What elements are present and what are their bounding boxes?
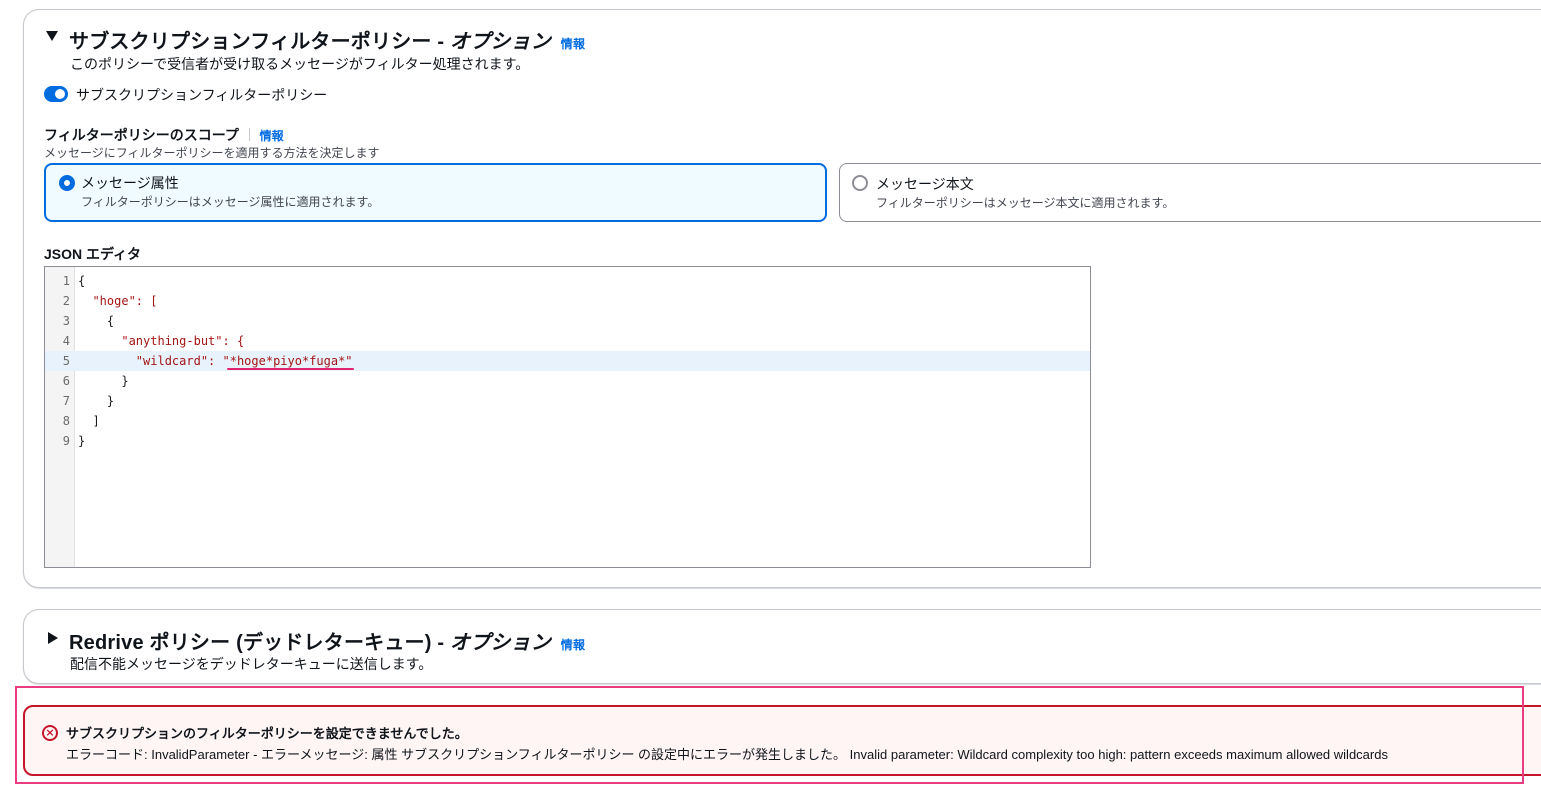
expand-caret-icon[interactable] — [48, 632, 58, 644]
collapse-caret-icon[interactable] — [46, 31, 58, 41]
code-key-line: "anything-but": { — [78, 334, 245, 348]
filter-policy-info-link[interactable]: 情報 — [561, 37, 585, 51]
redrive-policy-title-text: Redrive ポリシー (デッドレターキュー) - — [69, 632, 450, 654]
error-alert-title: サブスクリプションのフィルターポリシーを設定できませんでした。 — [66, 726, 468, 741]
filter-policy-toggle-label: サブスクリプションフィルターポリシー — [76, 87, 328, 103]
code-line: 2 "hoge": [ — [45, 291, 1090, 311]
scope-option-description: フィルターポリシーはメッセージ属性に適用されます。 — [81, 195, 380, 209]
error-alert: × サブスクリプションのフィルターポリシーを設定できませんでした。 エラーコード… — [23, 705, 1541, 776]
filter-policy-toggle[interactable] — [44, 86, 68, 102]
filter-policy-title: サブスクリプションフィルターポリシー - オプション 情報 — [69, 25, 585, 54]
filter-policy-optional: オプション — [449, 31, 551, 53]
code-line: 8 ] — [62, 414, 100, 428]
error-circle-icon: × — [42, 725, 58, 741]
filter-policy-description: このポリシーで受信者が受け取るメッセージがフィルター処理されます。 — [70, 56, 530, 72]
radio-selected-icon[interactable] — [59, 175, 75, 191]
scope-info-link[interactable]: 情報 — [260, 129, 284, 143]
redrive-policy-info-link[interactable]: 情報 — [561, 638, 585, 652]
code-line: 6 } — [62, 374, 129, 388]
redrive-policy-optional: オプション — [449, 632, 551, 654]
code-line: 9} — [62, 434, 86, 448]
scope-option-title: メッセージ属性 — [81, 175, 179, 191]
scope-option-description: フィルターポリシーはメッセージ本文に適用されます。 — [876, 196, 1175, 210]
scope-description: メッセージにフィルターポリシーを適用する方法を決定します — [44, 146, 380, 160]
redrive-policy-title[interactable]: Redrive ポリシー (デッドレターキュー) - オプション 情報 — [69, 626, 585, 655]
filter-policy-title-text: サブスクリプションフィルターポリシー - — [69, 31, 450, 53]
code-line: 7 } — [62, 394, 115, 408]
redrive-policy-description: 配信不能メッセージをデッドレターキューに送信します。 — [70, 656, 433, 672]
scope-option-message-body[interactable]: メッセージ本文 フィルターポリシーはメッセージ本文に適用されます。 — [839, 163, 1541, 222]
error-underline — [227, 368, 354, 370]
radio-unselected-icon[interactable] — [852, 175, 868, 191]
scope-option-title: メッセージ本文 — [876, 176, 974, 192]
code-line: 4 "anything-but": { — [45, 331, 1090, 351]
code-line: 3 { — [62, 314, 115, 328]
code-line: 1{ — [62, 274, 86, 288]
code-key-line: "hoge": [ — [78, 294, 158, 308]
scope-label: フィルターポリシーのスコープ 情報 — [44, 125, 284, 145]
json-editor[interactable]: 1{ 2 "hoge": [ 3 { 4 "anything-but": { 5… — [44, 266, 1091, 568]
scope-label-text: フィルターポリシーのスコープ — [44, 127, 239, 143]
scope-option-message-attributes[interactable]: メッセージ属性 フィルターポリシーはメッセージ属性に適用されます。 — [44, 163, 827, 222]
code-line-active: 5 "wildcard": "*hoge*piyo*fuga*" — [45, 351, 1090, 371]
error-alert-message: エラーコード: InvalidParameter - エラーメッセージ: 属性 … — [66, 747, 1388, 762]
json-editor-label: JSON エディタ — [44, 246, 142, 262]
